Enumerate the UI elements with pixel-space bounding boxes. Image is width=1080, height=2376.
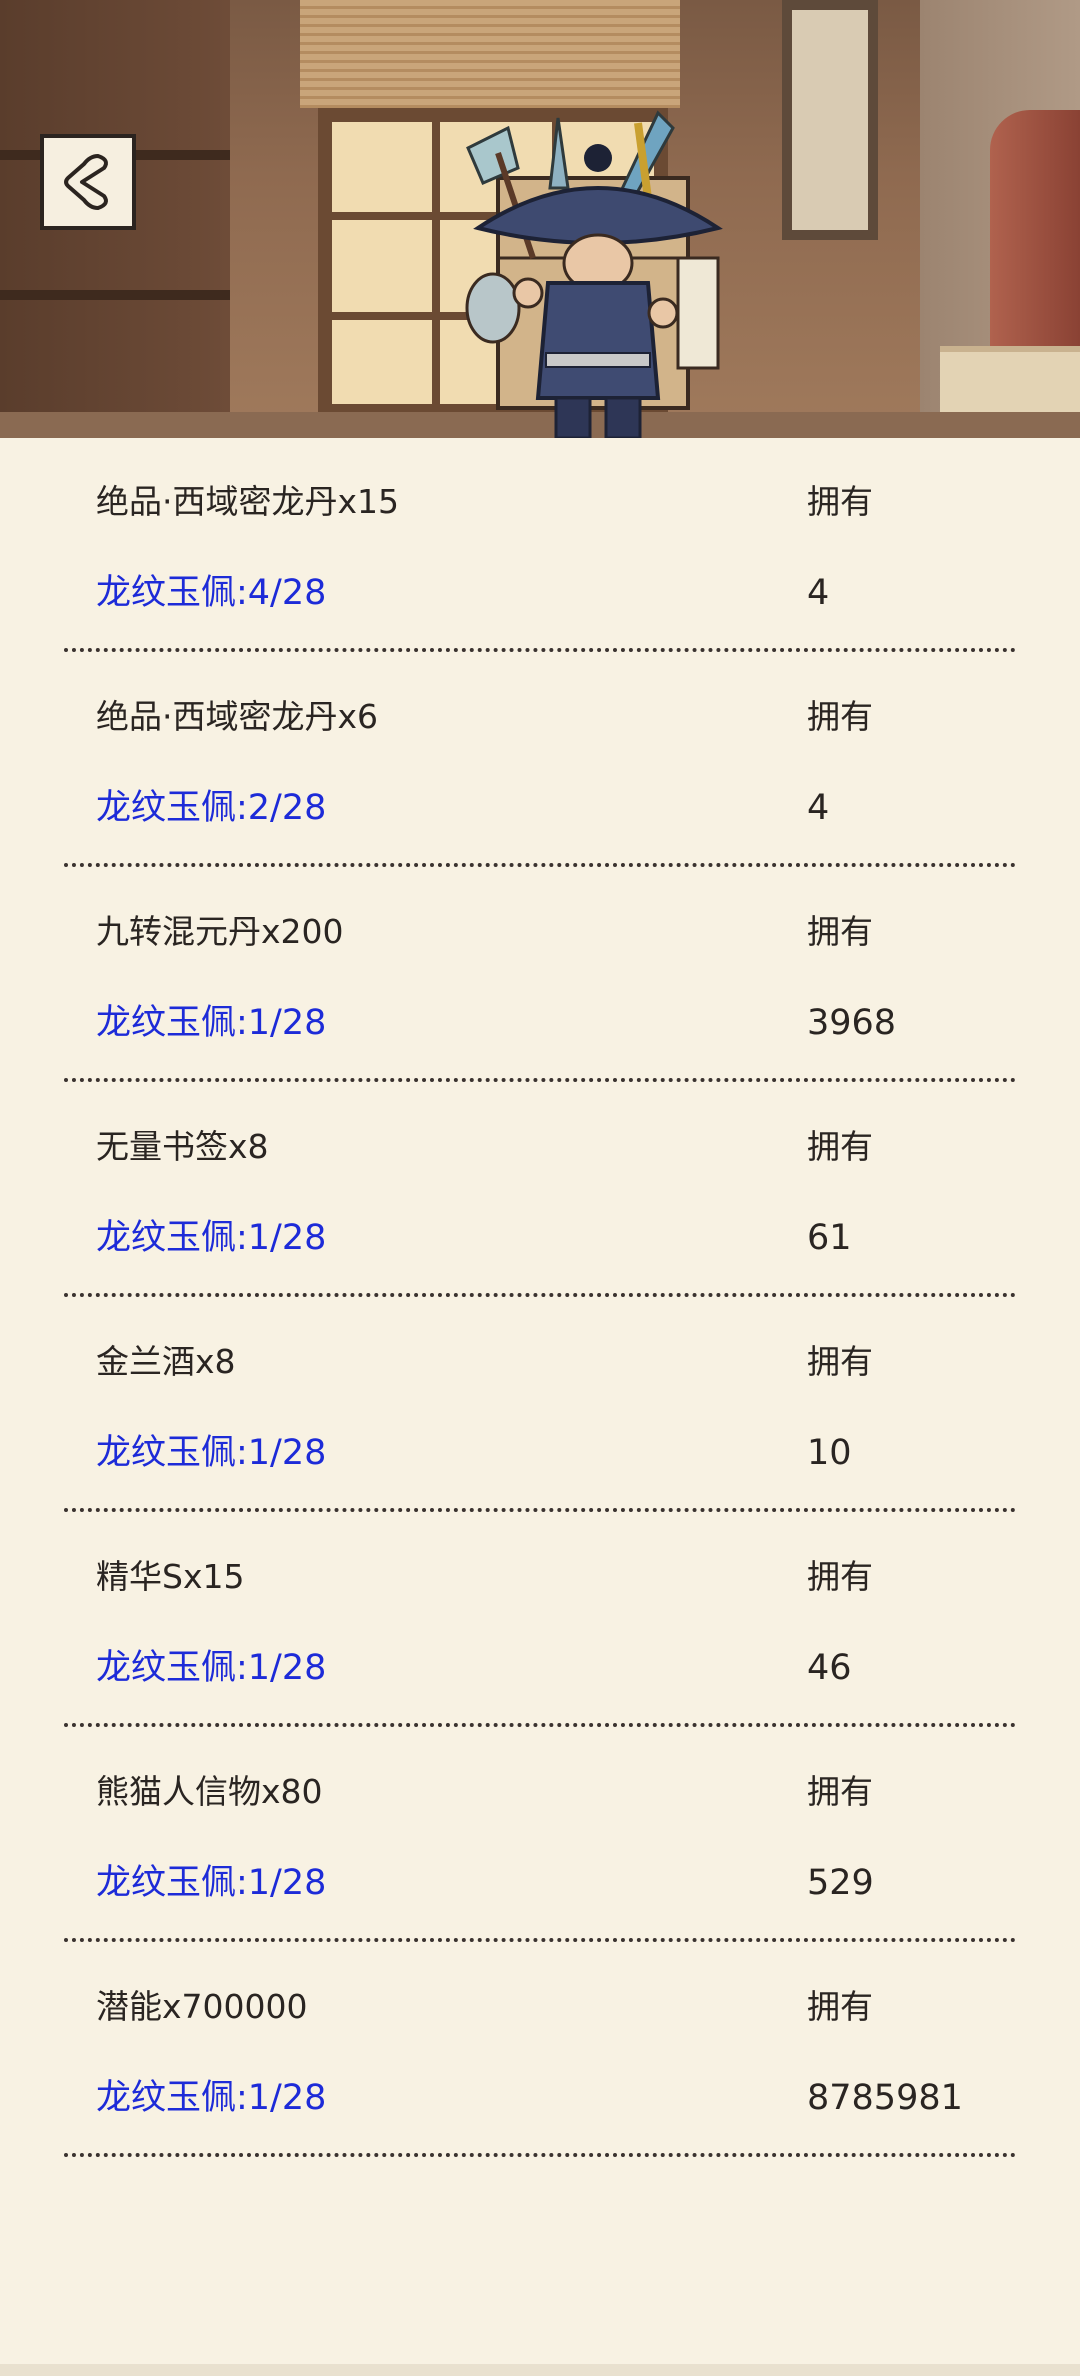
item-name: 潜能x700000 [96, 1987, 308, 2026]
list-item[interactable]: 金兰酒x8 拥有 龙纹玉佩:1/28 10 [0, 1298, 1080, 1513]
owned-label: 拥有 [807, 912, 873, 951]
chevron-left-icon [64, 154, 108, 210]
bottom-edge [0, 2364, 1080, 2376]
item-name: 无量书签x8 [96, 1127, 269, 1166]
list-item[interactable]: 潜能x700000 拥有 龙纹玉佩:1/28 8785981 [0, 1943, 1080, 2158]
list-item[interactable]: 绝品·西域密龙丹x15 拥有 龙纹玉佩:4/28 4 [0, 438, 1080, 653]
item-name: 精华Sx15 [96, 1557, 245, 1596]
item-name: 熊猫人信物x80 [96, 1772, 323, 1811]
owned-count: 3968 [807, 1003, 897, 1043]
dotted-divider [64, 863, 1016, 867]
list-item[interactable]: 无量书签x8 拥有 龙纹玉佩:1/28 61 [0, 1083, 1080, 1298]
list-item[interactable]: 精华Sx15 拥有 龙纹玉佩:1/28 46 [0, 1513, 1080, 1728]
item-cost-progress: 龙纹玉佩:1/28 [96, 1863, 327, 1903]
back-button[interactable] [40, 134, 136, 230]
item-cost-progress: 龙纹玉佩:1/28 [96, 1433, 327, 1473]
owned-count: 10 [807, 1433, 852, 1473]
owned-count: 4 [807, 573, 830, 613]
item-name: 金兰酒x8 [96, 1342, 236, 1381]
list-item[interactable]: 熊猫人信物x80 拥有 龙纹玉佩:1/28 529 [0, 1728, 1080, 1943]
dotted-divider [64, 1078, 1016, 1082]
owned-label: 拥有 [807, 1342, 873, 1381]
merchant-character-illustration [465, 110, 723, 438]
hanging-scroll [782, 0, 878, 240]
item-cost-progress: 龙纹玉佩:4/28 [96, 573, 327, 613]
header-banner [0, 0, 1080, 438]
dotted-divider [64, 2153, 1016, 2157]
list-item[interactable]: 九转混元丹x200 拥有 龙纹玉佩:1/28 3968 [0, 868, 1080, 1083]
list-item[interactable]: 绝品·西域密龙丹x6 拥有 龙纹玉佩:2/28 4 [0, 653, 1080, 868]
owned-label: 拥有 [807, 1557, 873, 1596]
dotted-divider [64, 648, 1016, 652]
dotted-divider [64, 1293, 1016, 1297]
item-cost-progress: 龙纹玉佩:2/28 [96, 788, 327, 828]
shelf [0, 290, 230, 300]
window-blind [300, 0, 680, 108]
item-name: 绝品·西域密龙丹x15 [96, 482, 400, 521]
dotted-divider [64, 1723, 1016, 1727]
owned-label: 拥有 [807, 697, 873, 736]
owned-label: 拥有 [807, 1127, 873, 1166]
owned-label: 拥有 [807, 1772, 873, 1811]
dotted-divider [64, 1938, 1016, 1942]
item-cost-progress: 龙纹玉佩:1/28 [96, 1218, 327, 1258]
owned-label: 拥有 [807, 1987, 873, 2026]
item-cost-progress: 龙纹玉佩:1/28 [96, 1003, 327, 1043]
owned-count: 529 [807, 1863, 874, 1903]
book-stack [940, 346, 1080, 412]
item-cost-progress: 龙纹玉佩:1/28 [96, 1648, 327, 1688]
item-name: 绝品·西域密龙丹x6 [96, 697, 379, 736]
owned-count: 4 [807, 788, 830, 828]
item-name: 九转混元丹x200 [96, 912, 344, 951]
exchange-list: 绝品·西域密龙丹x15 拥有 龙纹玉佩:4/28 4 绝品·西域密龙丹x6 拥有… [0, 438, 1080, 2158]
dotted-divider [64, 1508, 1016, 1512]
owned-count: 46 [807, 1648, 852, 1688]
item-cost-progress: 龙纹玉佩:1/28 [96, 2078, 327, 2118]
owned-count: 61 [807, 1218, 852, 1258]
owned-count: 8785981 [807, 2078, 963, 2118]
owned-label: 拥有 [807, 482, 873, 521]
